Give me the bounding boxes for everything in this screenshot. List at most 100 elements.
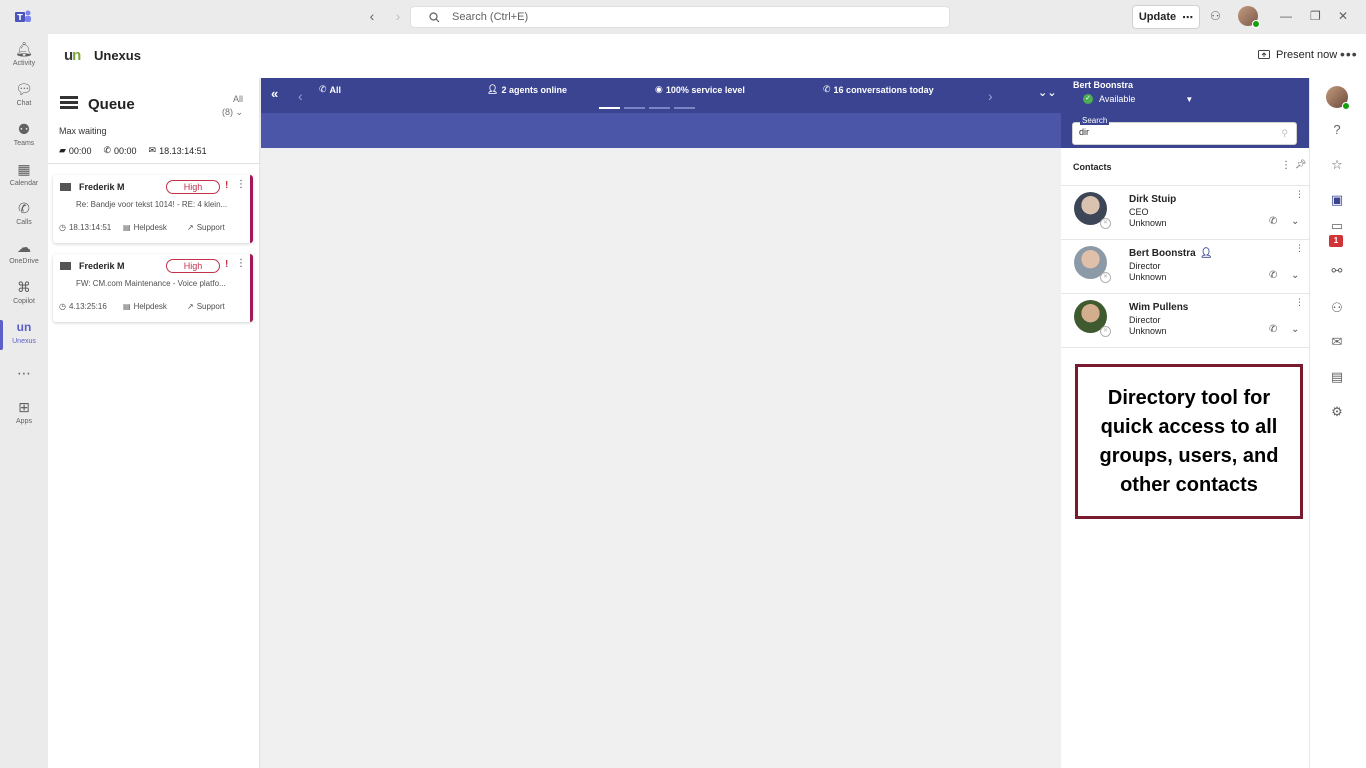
pin-icon[interactable]: 📌︎: [1295, 159, 1306, 170]
rail-item-teams[interactable]: ⚉ Teams: [0, 120, 48, 160]
chevron-down-icon[interactable]: ⌄: [1291, 270, 1299, 281]
back-arrow-icon[interactable]: ‹: [365, 8, 379, 24]
rail-item-activity[interactable]: 🔔︎ Activity: [0, 40, 48, 80]
item-menu-icon[interactable]: ⋮: [236, 179, 246, 190]
kpi-subbar: [261, 113, 1061, 148]
gear-icon[interactable]: ⚙: [1328, 404, 1346, 420]
queue-item[interactable]: Frederik M High ! ⋮ Re: Bandje voor teks…: [53, 175, 253, 243]
person-icon: 👤︎: [487, 84, 499, 94]
status-selector[interactable]: ✓ Available ▼: [1083, 94, 1193, 104]
queue-item-subject: Re: Bandje voor tekst 1014! - RE: 4 klei…: [76, 200, 228, 209]
user-avatar[interactable]: [1238, 6, 1260, 28]
user-list-icon[interactable]: ⚇: [1328, 300, 1346, 316]
kpi-prev-icon[interactable]: ‹: [298, 88, 303, 104]
directory-callout: Directory tool for quick access to all g…: [1075, 364, 1303, 519]
kpi-pager[interactable]: [599, 107, 695, 109]
title-bar: T ‹ › Search (Ctrl+E) Update ⋯ ⚇ — ❐ ✕: [0, 0, 1366, 34]
current-user-name: Bert Boonstra: [1073, 80, 1134, 90]
available-check-icon: ✓: [1083, 94, 1093, 104]
unread-badge: 1: [1329, 235, 1343, 247]
kpi-conversations: ✆ 16 conversations today: [823, 84, 934, 95]
call-icon[interactable]: ✆: [1269, 270, 1277, 281]
queue-filter-dropdown[interactable]: All (8) ⌄: [222, 93, 243, 119]
voicemail-icon[interactable]: ⚯: [1328, 263, 1346, 279]
email-icon: [60, 262, 71, 270]
expand-down-icon[interactable]: ⌄⌄: [1038, 86, 1056, 99]
rail-item-onedrive[interactable]: ☁︎ OneDrive: [0, 238, 48, 278]
help-icon[interactable]: ?: [1328, 122, 1346, 137]
contact-row[interactable]: ✕ Wim Pullens Director Unknown ⋮ ✆ ⌄: [1061, 294, 1309, 348]
cloud-icon: ☁︎: [17, 239, 31, 255]
svg-text:T: T: [17, 13, 23, 22]
bell-icon: 🔔︎: [15, 41, 33, 57]
rail-item-calls[interactable]: ✆ Calls: [0, 199, 48, 239]
helpdesk-icon: ▤: [123, 223, 131, 232]
search-placeholder: Search (Ctrl+E): [452, 11, 529, 23]
search-icon: ⚲: [1281, 128, 1288, 138]
minimize-icon[interactable]: —: [1280, 9, 1292, 23]
kpi-next-icon[interactable]: ›: [988, 88, 993, 104]
contacts-header: Contacts ⋮ 📌︎: [1061, 148, 1309, 186]
directory-search-box: ⚲: [1072, 122, 1297, 145]
priority-badge: High: [166, 259, 220, 273]
contacts-book-icon[interactable]: ▣: [1328, 192, 1346, 208]
copilot-icon: ⌘: [17, 279, 31, 295]
directory-header: Bert Boonstra ✓ Available ▼ ⚲ Search: [1061, 78, 1309, 148]
workspace-area: « ‹ ✆ All 👤︎ 2 agents online ◉ 100% service…: [261, 78, 1061, 768]
forward-arrow-icon[interactable]: ›: [391, 8, 405, 24]
presence-available-icon: [1342, 102, 1350, 110]
presence-unknown-icon: ✕: [1100, 272, 1111, 283]
archive-icon[interactable]: ▤: [1328, 369, 1346, 385]
close-icon[interactable]: ✕: [1338, 9, 1348, 23]
chevron-down-icon[interactable]: ⌄: [1291, 216, 1299, 227]
presence-available-icon: [1252, 20, 1260, 28]
contact-row[interactable]: ✕ Bert Boonstra 👤︎ Director Unknown ⋮ ✆ ⌄: [1061, 240, 1309, 294]
arrow-icon: ↗: [187, 302, 194, 311]
people-settings-icon[interactable]: ⚇: [1210, 9, 1221, 23]
contacts-label: Contacts: [1073, 162, 1112, 172]
queue-item-subject: FW: CM.com Maintenance - Voice platfo...: [76, 279, 226, 288]
star-icon[interactable]: ☆: [1328, 157, 1346, 173]
directory-search-input[interactable]: [1079, 127, 1269, 137]
chevron-down-icon[interactable]: ⌄: [1291, 324, 1299, 335]
kpi-all: ✆ All: [319, 84, 342, 95]
queue-title: Queue: [88, 96, 135, 113]
agent-avatar[interactable]: [1326, 86, 1350, 110]
contact-row[interactable]: ✕ Dirk Stuip CEO Unknown ⋮ ✆ ⌄: [1061, 186, 1309, 240]
global-search-input[interactable]: Search (Ctrl+E): [410, 6, 950, 28]
kpi-service-level: ◉ 100% service level: [655, 84, 745, 95]
contact-avatar: ✕: [1074, 192, 1111, 229]
left-app-rail: 🔔︎ Activity 💬︎ Chat ⚉ Teams ▦ Calendar ✆ Call…: [0, 34, 48, 768]
rail-item-calendar[interactable]: ▦ Calendar: [0, 160, 48, 200]
item-menu-icon[interactable]: ⋮: [236, 258, 246, 269]
collapse-left-icon[interactable]: «: [271, 86, 278, 101]
helpdesk-icon: ▤: [123, 302, 131, 311]
email-icon: [60, 183, 71, 191]
contacts-menu-icon[interactable]: ⋮: [1281, 160, 1291, 171]
present-now-button[interactable]: Present now: [1258, 49, 1337, 61]
contact-menu-icon[interactable]: ⋮: [1295, 297, 1304, 308]
queue-item-from: Frederik M: [79, 261, 125, 271]
unexus-icon: un: [16, 320, 32, 334]
queue-list-icon: [60, 96, 78, 112]
call-icon[interactable]: ✆: [1269, 324, 1277, 335]
arrow-icon: ↗: [187, 223, 194, 232]
rail-item-apps[interactable]: ⊞ Apps: [0, 398, 48, 438]
call-icon[interactable]: ✆: [1269, 216, 1277, 227]
queue-item[interactable]: Frederik M High ! ⋮ FW: CM.com Maintenan…: [53, 254, 253, 322]
restore-icon[interactable]: ❐: [1310, 9, 1321, 23]
rail-item-chat[interactable]: 💬︎ Chat: [0, 80, 48, 120]
update-button[interactable]: Update ⋯: [1132, 5, 1200, 29]
caret-down-icon: ▼: [1185, 94, 1194, 104]
contact-menu-icon[interactable]: ⋮: [1295, 189, 1304, 200]
presence-unknown-icon: ✕: [1100, 218, 1111, 229]
more-options-icon[interactable]: •••: [1340, 46, 1358, 62]
message-icon[interactable]: ▭: [1328, 218, 1346, 234]
contact-menu-icon[interactable]: ⋮: [1295, 243, 1304, 254]
queue-item-from: Frederik M: [79, 182, 125, 192]
rail-item-copilot[interactable]: ⌘ Copilot: [0, 278, 48, 318]
phone-icon: ✆: [103, 145, 111, 155]
rail-item-unexus[interactable]: un Unexus: [0, 318, 48, 358]
gauge-icon: ◉: [655, 84, 663, 94]
mail-icon[interactable]: ✉: [1328, 334, 1346, 350]
